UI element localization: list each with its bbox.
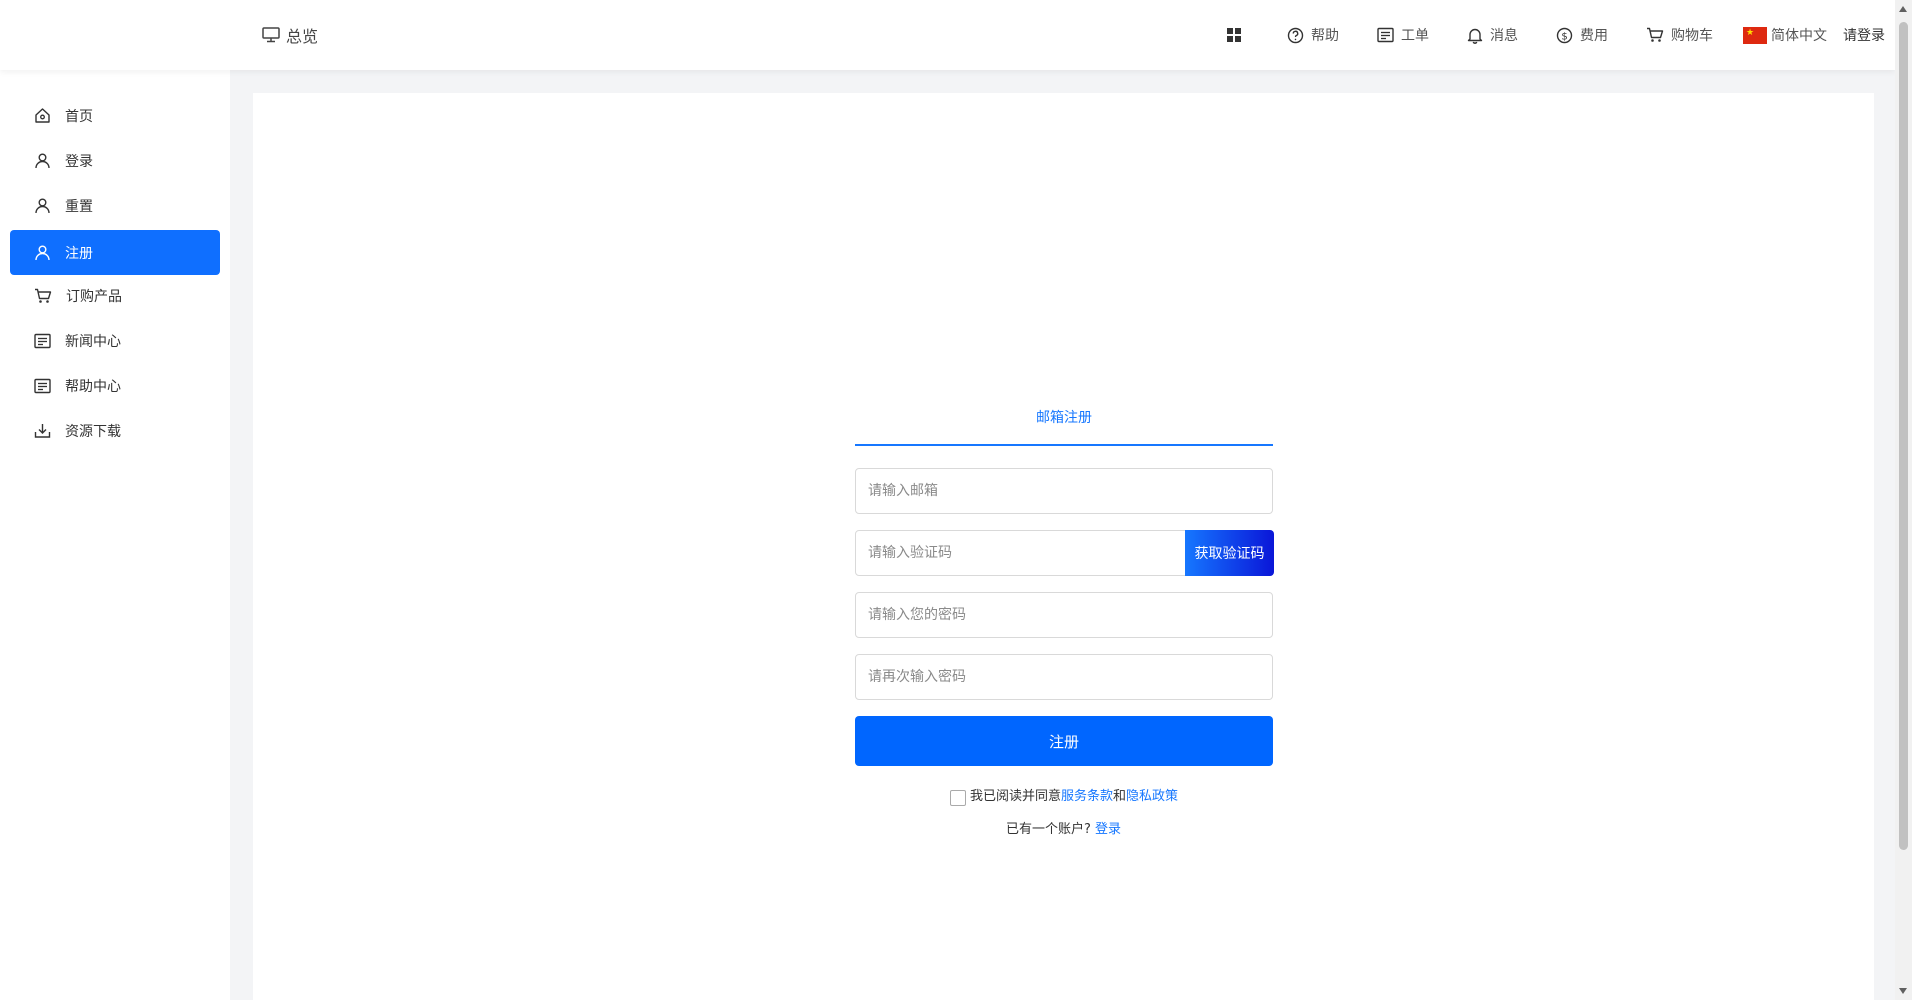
bell-icon <box>1467 28 1483 44</box>
sidebar-item-label: 订购产品 <box>66 288 122 305</box>
svg-text:$: $ <box>1561 31 1567 42</box>
have-account-text: 已有一个账户? <box>1006 822 1091 837</box>
password-input[interactable] <box>855 592 1273 638</box>
document-icon <box>34 333 51 348</box>
user-icon <box>35 153 50 169</box>
cart-link[interactable]: 购物车 <box>1646 25 1713 45</box>
terms-link[interactable]: 服务条款 <box>1061 785 1113 804</box>
dollar-circle-icon: $ <box>1556 27 1573 43</box>
ticket-label: 工单 <box>1401 28 1429 44</box>
login-label: 请登录 <box>1843 28 1885 44</box>
page-scrollbar[interactable] <box>1895 0 1912 1000</box>
top-nav: 帮助 工单 消息 $ 费用 购物车 ★ 简体中文 请登录 <box>1226 22 1885 48</box>
cart-icon <box>35 288 52 303</box>
home-icon <box>35 108 50 123</box>
overview-label: 总览 <box>286 27 319 46</box>
email-input[interactable] <box>855 468 1273 514</box>
verification-code-input[interactable] <box>855 530 1186 576</box>
user-icon <box>35 245 50 261</box>
sidebar-item-label: 资源下载 <box>65 423 121 440</box>
agreement-row: 我已阅读并同意 服务条款 和 隐私政策 <box>950 782 1178 806</box>
messages-label: 消息 <box>1490 28 1518 44</box>
user-icon <box>35 198 50 214</box>
sidebar-item-label: 重置 <box>65 198 93 215</box>
scroll-thumb[interactable] <box>1899 22 1908 850</box>
sidebar-item-label: 首页 <box>65 108 93 125</box>
apps-button[interactable] <box>1226 27 1249 43</box>
register-button[interactable]: 注册 <box>855 716 1273 766</box>
tab-email-register[interactable]: 邮箱注册 <box>855 410 1273 446</box>
and-text: 和 <box>1113 788 1127 804</box>
sidebar: 首页 登录 重置 注册 订购产品 新闻中心 帮助中心 资源下载 <box>0 70 230 1000</box>
sidebar-item-news[interactable]: 新闻中心 <box>10 318 220 363</box>
document-icon <box>34 378 51 393</box>
overview-link[interactable]: 总览 <box>262 22 318 48</box>
sidebar-item-label: 新闻中心 <box>65 333 121 350</box>
have-account-row: 已有一个账户? 登录 <box>1006 818 1121 837</box>
scroll-up-icon[interactable] <box>1899 6 1907 12</box>
messages-link[interactable]: 消息 <box>1467 25 1518 45</box>
sidebar-item-label: 登录 <box>65 153 93 170</box>
ticket-link[interactable]: 工单 <box>1377 25 1429 45</box>
get-code-button[interactable]: 获取验证码 <box>1185 530 1274 576</box>
confirm-password-input[interactable] <box>855 654 1273 700</box>
cart-label: 购物车 <box>1671 28 1713 44</box>
sidebar-item-register[interactable]: 注册 <box>10 230 220 275</box>
monitor-icon <box>262 27 280 43</box>
download-icon <box>34 424 51 438</box>
china-flag-icon: ★ <box>1743 26 1767 44</box>
help-link[interactable]: 帮助 <box>1287 25 1339 45</box>
login-link[interactable]: 请登录 <box>1843 25 1885 45</box>
billing-link[interactable]: $ 费用 <box>1556 25 1608 45</box>
agree-checkbox[interactable] <box>950 790 966 806</box>
scroll-down-icon[interactable] <box>1899 988 1907 994</box>
sidebar-item-home[interactable]: 首页 <box>10 93 220 138</box>
ticket-icon <box>1377 27 1394 43</box>
sidebar-item-help-center[interactable]: 帮助中心 <box>10 363 220 408</box>
help-label: 帮助 <box>1311 28 1339 44</box>
login-link-bottom[interactable]: 登录 <box>1095 822 1121 837</box>
sidebar-item-label: 帮助中心 <box>65 378 121 395</box>
sidebar-item-label: 注册 <box>65 245 93 262</box>
billing-label: 费用 <box>1580 28 1608 44</box>
privacy-link[interactable]: 隐私政策 <box>1126 785 1178 804</box>
sidebar-item-downloads[interactable]: 资源下载 <box>10 408 220 453</box>
top-bar: 总览 帮助 工单 消息 $ 费用 购物车 ★ 简体中文 请登录 <box>0 0 1895 70</box>
language-selector[interactable]: ★ 简体中文 <box>1743 25 1827 45</box>
cart-icon <box>1647 27 1664 42</box>
sidebar-item-login[interactable]: 登录 <box>10 138 220 183</box>
language-label: 简体中文 <box>1771 28 1827 44</box>
sidebar-item-order-products[interactable]: 订购产品 <box>10 273 220 318</box>
agree-text: 我已阅读并同意 <box>970 788 1062 804</box>
help-circle-icon <box>1287 27 1304 43</box>
grid-icon <box>1227 28 1241 42</box>
sidebar-item-reset[interactable]: 重置 <box>10 183 220 228</box>
